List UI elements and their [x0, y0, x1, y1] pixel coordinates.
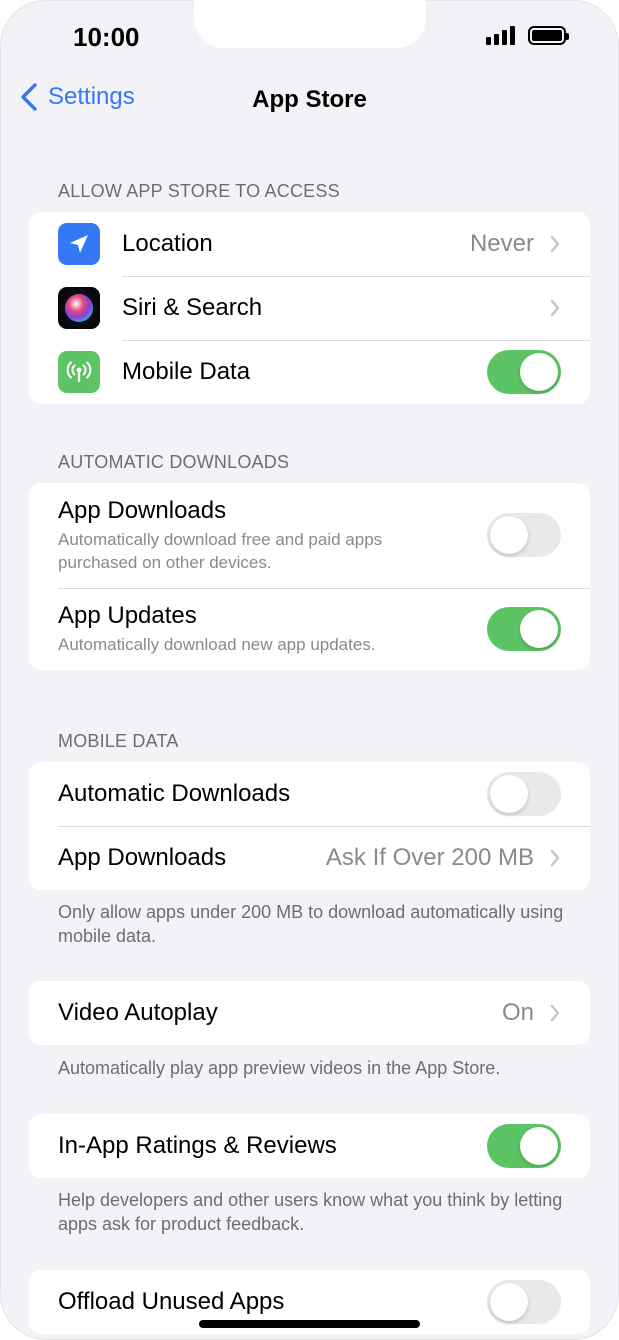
ratings-group: In-App Ratings & Reviews [29, 1114, 590, 1178]
section-header-automatic-downloads: AUTOMATIC DOWNLOADS [58, 452, 290, 472]
chevron-right-icon [550, 299, 560, 317]
mobile-data-group: Automatic Downloads App Downloads Ask If… [29, 762, 590, 890]
chevron-right-icon [550, 1004, 560, 1022]
page-title: App Store [252, 86, 367, 113]
app-downloads-toggle[interactable] [487, 513, 561, 557]
section-header-access: ALLOW APP STORE TO ACCESS [58, 181, 340, 201]
section-header-mobile-data: MOBILE DATA [58, 731, 179, 751]
battery-icon [528, 26, 569, 45]
location-arrow-icon [58, 223, 100, 265]
access-group: Location Never Siri & Search Mobile Data [29, 212, 590, 404]
mobile-app-downloads-label: App Downloads [58, 844, 227, 871]
app-downloads-description: Automatically download free and paid app… [58, 530, 383, 572]
app-updates-label: App Updates [58, 602, 197, 629]
siri-icon [58, 287, 100, 329]
home-indicator[interactable] [199, 1320, 420, 1328]
automatic-downloads-group: App Downloads Automatically download fre… [29, 483, 590, 670]
siri-search-row[interactable]: Siri & Search [29, 276, 590, 340]
app-updates-row: App Updates Automatically download new a… [29, 588, 590, 670]
mobile-app-downloads-value: Ask If Over 200 MB [325, 844, 534, 871]
status-time: 10:00 [73, 22, 140, 52]
navigation-bar: Settings App Store [0, 82, 619, 122]
antenna-icon [58, 351, 100, 393]
chevron-right-icon [550, 849, 560, 867]
app-downloads-row: App Downloads Automatically download fre… [29, 483, 590, 588]
video-autoplay-group: Video Autoplay On [29, 981, 590, 1045]
location-row[interactable]: Location Never [29, 212, 590, 276]
video-autoplay-label: Video Autoplay [58, 999, 218, 1026]
ratings-toggle[interactable] [487, 1124, 561, 1168]
location-label: Location [122, 230, 213, 257]
ratings-label: In-App Ratings & Reviews [58, 1132, 337, 1159]
app-updates-description: Automatically download new app updates. [58, 635, 376, 654]
app-updates-toggle[interactable] [487, 607, 561, 651]
video-autoplay-value: On [501, 999, 534, 1026]
offload-label: Offload Unused Apps [58, 1288, 285, 1315]
mobile-data-row: Mobile Data [29, 340, 590, 404]
video-autoplay-footnote: Automatically play app preview videos in… [58, 1058, 501, 1078]
phone-screen: 10:00 Settings App Store ALLOW APP STORE… [0, 0, 619, 1340]
ratings-row: In-App Ratings & Reviews [29, 1114, 590, 1178]
automatic-downloads-toggle[interactable] [487, 772, 561, 816]
notch [194, 0, 426, 48]
chevron-right-icon [550, 235, 560, 253]
mobile-data-label: Mobile Data [122, 358, 251, 385]
video-autoplay-row[interactable]: Video Autoplay On [29, 981, 590, 1045]
offload-toggle[interactable] [487, 1280, 561, 1324]
ratings-footnote: Help developers and other users know wha… [58, 1190, 563, 1234]
mobile-data-toggle[interactable] [487, 350, 561, 394]
automatic-downloads-row: Automatic Downloads [29, 762, 590, 826]
automatic-downloads-label: Automatic Downloads [58, 780, 291, 807]
location-value: Never [469, 230, 534, 257]
cellular-signal-icon [486, 26, 515, 45]
app-downloads-label: App Downloads [58, 497, 227, 524]
siri-search-label: Siri & Search [122, 294, 263, 321]
mobile-app-downloads-row[interactable]: App Downloads Ask If Over 200 MB [29, 826, 590, 890]
mobile-data-footnote: Only allow apps under 200 MB to download… [58, 902, 564, 946]
